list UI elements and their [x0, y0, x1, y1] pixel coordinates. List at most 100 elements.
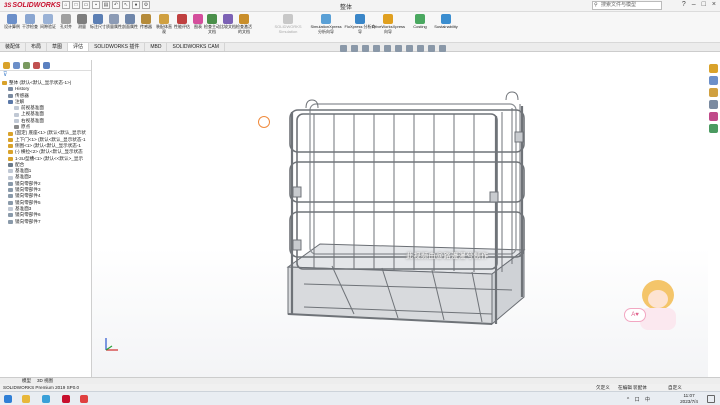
scene-icon[interactable]: [428, 45, 435, 52]
ribbon-button-5[interactable]: 标注尺寸: [90, 14, 106, 30]
print-icon[interactable]: ▤: [102, 1, 110, 9]
clock-date: 2023/7/4: [680, 398, 698, 404]
hide-show-icon[interactable]: [406, 45, 413, 52]
tree-item-icon: [8, 213, 13, 218]
ribbon-button-label: DriveWorksXpress 向导: [372, 24, 406, 34]
file-explorer-taskbar-icon[interactable]: [22, 395, 30, 403]
ribbon-button-4[interactable]: 测量: [74, 14, 90, 30]
sensor-icon: [141, 14, 151, 24]
filter-icon[interactable]: ⊽: [0, 71, 91, 80]
costing-icon: [415, 14, 425, 24]
file-explorer-icon[interactable]: [709, 88, 718, 97]
version-label: SOLIDWORKS Premium 2019 SP0.0: [3, 385, 80, 390]
ribbon-button-label: 传感器: [140, 24, 152, 29]
tree-item-icon: [14, 125, 19, 130]
tree-item[interactable]: 镜向零部件7: [0, 219, 91, 225]
ribbon-button-2[interactable]: 间隙验证: [40, 14, 56, 30]
view-settings-icon[interactable]: [439, 45, 446, 52]
tab-6[interactable]: SOLIDWORKS CAM: [167, 43, 225, 51]
tree-item-icon: [14, 118, 19, 123]
ribbon-button-6[interactable]: 质量属性: [106, 14, 122, 30]
dimxpert-icon[interactable]: [33, 62, 40, 69]
ribbon-button-label: 孔对齐: [60, 24, 72, 29]
notification-icon[interactable]: [707, 395, 715, 403]
ribbon-button-label: 设计算例: [4, 24, 20, 29]
feature-manager-icon[interactable]: [3, 62, 10, 69]
windows-start-icon[interactable]: [4, 395, 12, 403]
close-button[interactable]: ×: [712, 1, 716, 8]
tab-3[interactable]: 评估: [68, 43, 90, 51]
undo-icon[interactable]: ↶: [112, 1, 120, 9]
ribbon-button-14[interactable]: 检查激活的文档: [236, 14, 252, 34]
configuration-manager-icon[interactable]: [23, 62, 30, 69]
property-manager-icon[interactable]: [13, 62, 20, 69]
edge-taskbar-icon[interactable]: [42, 395, 50, 403]
recorder-taskbar-icon[interactable]: [80, 395, 88, 403]
model-tabs: 模型 3D 视图: [0, 377, 720, 384]
ribbon-button-10[interactable]: 性能评估: [174, 14, 190, 30]
design-library-icon[interactable]: [709, 76, 718, 85]
tab-5[interactable]: MBD: [145, 43, 168, 51]
taskbar-clock[interactable]: 11:07 2023/7/4: [680, 393, 698, 404]
tab-0[interactable]: 装配体: [0, 43, 27, 51]
ribbon-button-0[interactable]: 设计算例: [4, 14, 20, 30]
ribbon-button-3[interactable]: 孔对齐: [58, 14, 74, 30]
ribbon-button-20[interactable]: Sustainability: [430, 14, 462, 30]
display-style-icon[interactable]: [395, 45, 402, 52]
appearances-icon[interactable]: [709, 112, 718, 121]
ribbon-button-label: 性能评估: [174, 24, 190, 29]
appearance-icon[interactable]: [417, 45, 424, 52]
video-watermark: 此视频由@路漫漫兮制作: [406, 253, 489, 260]
minimize-button[interactable]: –: [692, 1, 696, 8]
panel-tab-icons: [0, 60, 91, 71]
ribbon-button-16[interactable]: SimulationXpress 分析向导: [310, 14, 342, 34]
floxpress-icon: [355, 14, 365, 24]
windows-taskbar: ^ 口 中 11:07 2023/7/4: [0, 391, 720, 405]
ribbon-button-label: 标注尺寸: [90, 24, 106, 29]
tab-2[interactable]: 草图: [47, 43, 69, 51]
graphics-viewport[interactable]: 此视频由@路漫漫兮制作 A♥: [92, 52, 708, 378]
resources-icon[interactable]: [709, 64, 718, 73]
tree-item-icon: [8, 150, 13, 155]
ribbon-button-15[interactable]: SOLIDWORKS Simulation: [272, 14, 304, 34]
ribbon-button-1[interactable]: 干涉检查: [22, 14, 38, 30]
select-icon[interactable]: ↖: [122, 1, 130, 9]
help-button[interactable]: ?: [682, 1, 686, 8]
maximize-button[interactable]: □: [702, 1, 706, 8]
command-manager-ribbon: 设计算例 干涉检查 间隙验证 孔对齐 测量 标注尺寸 质量属性 剖面属性 传感器 装配体直观 性能评…: [0, 12, 720, 43]
rebuild-icon[interactable]: ●: [132, 1, 140, 9]
custom-properties-icon[interactable]: [709, 124, 718, 133]
view-orientation-icon[interactable]: [384, 45, 391, 52]
ribbon-button-8[interactable]: 传感器: [138, 14, 154, 30]
zoom-fit-icon[interactable]: [340, 45, 347, 52]
zoom-area-icon[interactable]: [351, 45, 358, 52]
display-manager-icon[interactable]: [43, 62, 50, 69]
tab-1[interactable]: 布局: [26, 43, 48, 51]
save-icon[interactable]: ▪: [92, 1, 100, 9]
tab-4[interactable]: SOLIDWORKS 插件: [89, 43, 146, 51]
ribbon-button-label: 剖面属性: [122, 24, 138, 29]
ribbon-button-7[interactable]: 剖面属性: [122, 14, 138, 30]
section-view-icon[interactable]: [373, 45, 380, 52]
new-icon[interactable]: □: [72, 1, 80, 9]
ribbon-button-13[interactable]: 比较文档: [220, 14, 236, 30]
status-units[interactable]: 自定义: [668, 384, 682, 391]
search-input[interactable]: ⚲ 搜索文件与模型: [592, 1, 662, 10]
previous-view-icon[interactable]: [362, 45, 369, 52]
compare-icon: [223, 14, 233, 24]
open-icon[interactable]: ▭: [82, 1, 90, 9]
section-props-icon: [125, 14, 135, 24]
ribbon-button-9[interactable]: 装配体直观: [156, 14, 172, 34]
ribbon-button-18[interactable]: DriveWorksXpress 向导: [372, 14, 406, 34]
logo-text: SOLIDWORKS: [12, 2, 61, 9]
cursor-indicator: [258, 116, 270, 128]
assembly-visual-icon: [159, 14, 169, 24]
solidworks-taskbar-icon[interactable]: [62, 395, 70, 403]
solidworks-logo[interactable]: 3SSOLIDWORKS: [4, 2, 61, 9]
home-icon[interactable]: ⌂: [62, 1, 70, 9]
system-tray[interactable]: ^ 口 中: [627, 396, 652, 403]
ribbon-button-12[interactable]: 检查主动文档: [204, 14, 220, 34]
view-palette-icon[interactable]: [709, 100, 718, 109]
options-icon[interactable]: ⚙: [142, 1, 150, 9]
ribbon-button-label: 检查主动文档: [204, 24, 220, 34]
